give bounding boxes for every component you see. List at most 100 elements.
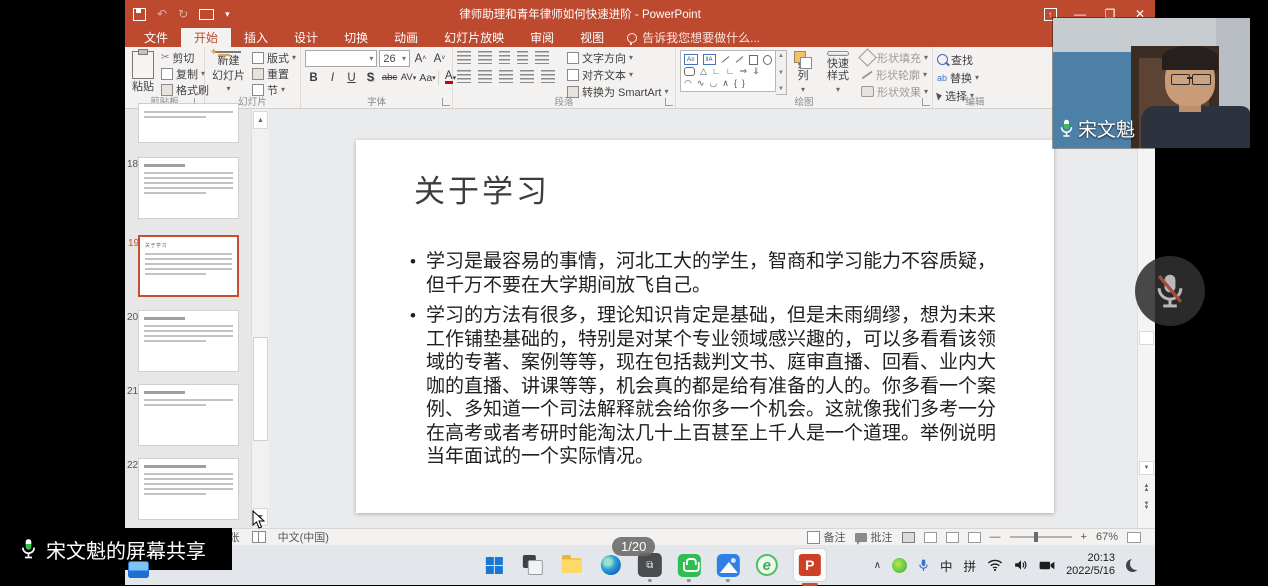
arrow-shape-icon[interactable] (736, 56, 743, 62)
start-button[interactable] (481, 552, 507, 578)
bold-button[interactable]: B (305, 70, 322, 85)
vertical-textbox-shape-icon[interactable]: ‖A (703, 54, 717, 65)
scroll-down-button[interactable]: ▼ (1139, 461, 1154, 475)
antivirus-tray-icon[interactable] (892, 558, 907, 573)
next-slide-button[interactable]: ▼▼ (1139, 498, 1154, 514)
arc-shape-icon[interactable]: ◠ (684, 79, 692, 88)
textbox-shape-icon[interactable]: A≡ (684, 54, 698, 65)
display-settings-icon[interactable] (252, 531, 266, 543)
clock[interactable]: 20:13 2022/5/16 (1066, 552, 1115, 578)
strikethrough-button[interactable]: abc (381, 70, 398, 85)
line-shape-icon[interactable] (722, 56, 729, 62)
paste-button[interactable]: 粘贴 (129, 50, 157, 95)
zoom-slider-thumb[interactable] (1034, 532, 1038, 542)
ime-language-indicator[interactable]: 中 (940, 556, 953, 575)
font-name-combo[interactable]: ▾ (305, 50, 377, 67)
shapes-gallery-more-icon[interactable]: ▼ (778, 86, 784, 92)
normal-view-button[interactable] (902, 532, 915, 543)
grow-font-button[interactable]: A˄ (412, 51, 429, 66)
speaker-icon[interactable] (1014, 559, 1028, 571)
shapes-gallery[interactable]: A≡ ‖A △ ∟ ∟ ⇒ ⇓ (680, 50, 776, 92)
tab-transitions[interactable]: 切换 (331, 28, 381, 47)
text-direction-button[interactable]: 文字方向▾ (567, 50, 668, 65)
thumbnails-scrollbar-thumb[interactable] (253, 337, 268, 441)
slide-sorter-view-button[interactable] (924, 532, 937, 543)
tray-expand-icon[interactable]: ∧ (874, 560, 881, 571)
text-shadow-button[interactable]: S (362, 70, 379, 85)
comments-button[interactable]: 批注 (855, 529, 893, 545)
tab-view[interactable]: 视图 (567, 28, 617, 47)
scrollbar-thumb[interactable] (1139, 331, 1154, 345)
find-button[interactable]: 查找 (937, 52, 979, 67)
font-dialog-launcher[interactable] (442, 98, 450, 106)
freeform-shape-icon[interactable]: ∧ (722, 79, 729, 88)
left-brace-shape-icon[interactable]: { (734, 79, 737, 88)
language-status[interactable]: 中文(中国) (278, 529, 329, 545)
notes-button[interactable]: 备注 (807, 529, 846, 545)
browser-e-button[interactable]: e (754, 552, 780, 578)
camera-tray-icon[interactable] (1039, 560, 1055, 571)
fit-slide-to-window-button[interactable] (1127, 532, 1141, 543)
tab-slideshow[interactable]: 幻灯片放映 (431, 28, 517, 47)
oval-shape-icon[interactable] (763, 55, 772, 65)
decrease-indent-icon[interactable] (499, 51, 510, 64)
triangle-shape-icon[interactable]: △ (700, 67, 707, 76)
cloud-app-button[interactable] (715, 552, 741, 578)
tab-home[interactable]: 开始 (181, 28, 231, 47)
shape-fill-button[interactable]: 形状填充▾ (861, 50, 928, 65)
slide-canvas[interactable]: 关于学习 学习是最容易的事情，河北工大的学生，智商和学习能力不容质疑，但千万不要… (356, 140, 1054, 513)
thumbnails-scrollbar[interactable]: ▲ ▼ (251, 109, 269, 528)
tab-design[interactable]: 设计 (281, 28, 331, 47)
down-arrow-shape-icon[interactable]: ⇓ (752, 67, 760, 76)
change-case-button[interactable]: Aa▾ (419, 70, 436, 85)
paragraph-dialog-launcher[interactable] (665, 98, 673, 106)
elbow-arrow-connector-icon[interactable]: ∟ (726, 67, 735, 76)
arrange-button[interactable]: 排列 ▾ (791, 50, 815, 95)
justify-icon[interactable] (520, 70, 534, 83)
thumbnails-scroll-up-button[interactable]: ▲ (253, 111, 268, 129)
align-text-button[interactable]: 对齐文本▾ (567, 67, 668, 82)
slideshow-view-button[interactable] (968, 532, 981, 543)
slide-body-text[interactable]: 学习是最容易的事情，河北工大的学生，智商和学习能力不容质疑，但千万不要在大学期间… (410, 250, 1010, 476)
tab-review[interactable]: 审阅 (517, 28, 567, 47)
tab-animations[interactable]: 动画 (381, 28, 431, 47)
app-store-button[interactable] (676, 552, 702, 578)
new-slide-button[interactable]: ✦ 新建 幻灯片 ▾ (209, 50, 248, 95)
wifi-icon[interactable] (987, 559, 1003, 571)
thumbnail-slide-21[interactable]: 21 (138, 384, 239, 446)
replace-button[interactable]: ab替换▾ (937, 70, 979, 85)
curve-shape-icon[interactable]: ◡ (709, 79, 717, 88)
participant-video[interactable]: 宋文魁 (1053, 18, 1250, 148)
scribble-shape-icon[interactable]: ∿ (697, 79, 705, 88)
zoom-level[interactable]: 67% (1096, 531, 1118, 543)
character-spacing-button[interactable]: AV▾ (400, 70, 417, 85)
mute-toggle-button[interactable] (1135, 256, 1205, 326)
zoom-slider[interactable] (1010, 536, 1072, 538)
rectangle-shape-icon[interactable] (749, 55, 758, 65)
ime-pinyin-indicator[interactable]: 拼 (964, 556, 977, 575)
italic-button[interactable]: I (324, 70, 341, 85)
zoom-in-button[interactable]: + (1081, 531, 1087, 543)
thumbnail-slide-18[interactable]: 18 (138, 157, 239, 219)
widgets-taskbar-icon[interactable] (128, 561, 149, 578)
increase-indent-icon[interactable] (517, 51, 528, 64)
shapes-gallery-up-icon[interactable]: ▲ (778, 53, 784, 59)
powerpoint-taskbar-button[interactable]: P (793, 552, 827, 578)
tab-file[interactable]: 文件 (131, 28, 181, 47)
align-right-icon[interactable] (499, 70, 513, 83)
focus-assist-moon-icon[interactable] (1126, 559, 1139, 572)
cut-button[interactable]: ✂剪切 (161, 50, 209, 65)
right-brace-shape-icon[interactable]: } (742, 79, 745, 88)
bullets-icon[interactable] (457, 51, 471, 64)
previous-slide-button[interactable]: ▲▲ (1139, 480, 1154, 496)
elbow-connector-icon[interactable]: ∟ (712, 67, 721, 76)
thumbnail-slide-19-selected[interactable]: 19 关于学习 (138, 235, 239, 297)
rounded-rectangle-shape-icon[interactable] (684, 67, 695, 76)
shrink-font-button[interactable]: A˅ (431, 51, 448, 66)
align-left-icon[interactable] (457, 70, 471, 83)
tell-me-box[interactable]: 告诉我您想要做什么... (617, 28, 770, 47)
microphone-tray-icon[interactable] (918, 558, 929, 573)
thumbnail-slide-17-partial[interactable] (138, 103, 239, 143)
reset-button[interactable]: 重置 (252, 66, 296, 81)
layout-button[interactable]: 版式▾ (252, 50, 296, 65)
